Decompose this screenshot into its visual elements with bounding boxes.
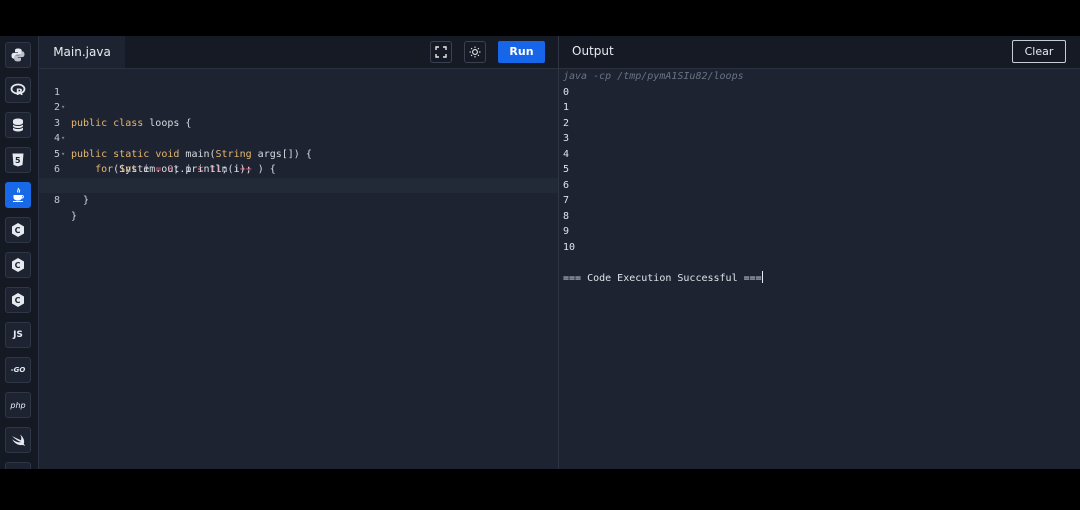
- compiler-app: R 5 C C C JS -GO php Main.java Run 1 ▾ p…: [0, 36, 1080, 469]
- output-line: 0: [563, 86, 570, 98]
- output-line: 10: [563, 241, 576, 253]
- output-title: Output: [572, 44, 614, 58]
- swift-icon[interactable]: [5, 427, 31, 453]
- svg-text:R: R: [16, 88, 23, 98]
- javascript-label: JS: [13, 330, 23, 340]
- java-icon[interactable]: [5, 182, 31, 208]
- html5-icon[interactable]: 5: [5, 147, 31, 173]
- cpp-icon[interactable]: C: [5, 252, 31, 278]
- language-sidebar: R 5 C C C JS -GO php: [0, 36, 39, 469]
- svg-text:5: 5: [15, 156, 21, 165]
- fullscreen-icon: [435, 46, 447, 58]
- code-line: 7 }: [39, 162, 558, 207]
- output-line: 7: [563, 195, 570, 206]
- theme-toggle-button[interactable]: [464, 41, 486, 63]
- output-header: Output Clear: [559, 36, 1080, 69]
- kotlin-icon[interactable]: [5, 462, 31, 469]
- go-label: -GO: [10, 366, 26, 374]
- sql-icon[interactable]: [5, 112, 31, 138]
- c-icon[interactable]: C: [5, 217, 31, 243]
- output-status-line: === Code Execution Successful ===: [563, 270, 763, 287]
- svg-text:C: C: [15, 296, 21, 305]
- output-line: 4: [563, 148, 570, 160]
- clear-button[interactable]: Clear: [1012, 40, 1066, 63]
- code-line: 1 ▾ public class loops {: [39, 69, 558, 129]
- code-line: 5 System.out.println(i);: [39, 131, 558, 176]
- sun-icon: [469, 46, 481, 58]
- output-console: java -cp /tmp/pymA1SIu82/loops 0 1 2 3 4…: [559, 69, 1080, 469]
- output-line: 8: [563, 210, 570, 222]
- output-line: 3: [563, 133, 570, 144]
- svg-text:C: C: [15, 226, 21, 235]
- run-button[interactable]: Run: [498, 41, 545, 63]
- csharp-icon[interactable]: C: [5, 287, 31, 313]
- line-number: 8: [53, 195, 60, 206]
- code-text: }: [71, 210, 78, 222]
- code-editor[interactable]: 1 ▾ public class loops { 2 3 ▾ public st…: [39, 69, 558, 469]
- python-icon[interactable]: [5, 42, 31, 68]
- fullscreen-button[interactable]: [430, 41, 452, 63]
- javascript-icon[interactable]: JS: [5, 322, 31, 348]
- output-line: 5: [563, 164, 570, 175]
- editor-header: Main.java Run: [39, 36, 558, 69]
- php-label: php: [10, 400, 26, 410]
- code-line: 2: [39, 85, 558, 113]
- code-line-active: 8 }: [39, 177, 558, 222]
- svg-text:C: C: [15, 261, 21, 270]
- output-line: 1: [563, 102, 570, 113]
- text-cursor: [761, 270, 763, 283]
- r-icon[interactable]: R: [5, 77, 31, 103]
- output-line: 9: [563, 226, 570, 237]
- output-line: 6: [563, 179, 570, 191]
- code-line: 6 }: [39, 147, 558, 191]
- code-line: 3 ▾ public static void main(String args[…: [39, 100, 558, 160]
- tab-main-java[interactable]: Main.java: [39, 36, 125, 68]
- code-line: 4 ▾ for(int i = 0; i < 11; i++ ) {: [39, 116, 558, 175]
- go-icon[interactable]: -GO: [5, 357, 31, 383]
- output-line: 2: [563, 117, 570, 129]
- php-icon[interactable]: php: [5, 392, 31, 418]
- execution-status: === Code Execution Successful ===: [563, 272, 762, 284]
- output-command: java -cp /tmp/pymA1SIu82/loops: [563, 71, 744, 82]
